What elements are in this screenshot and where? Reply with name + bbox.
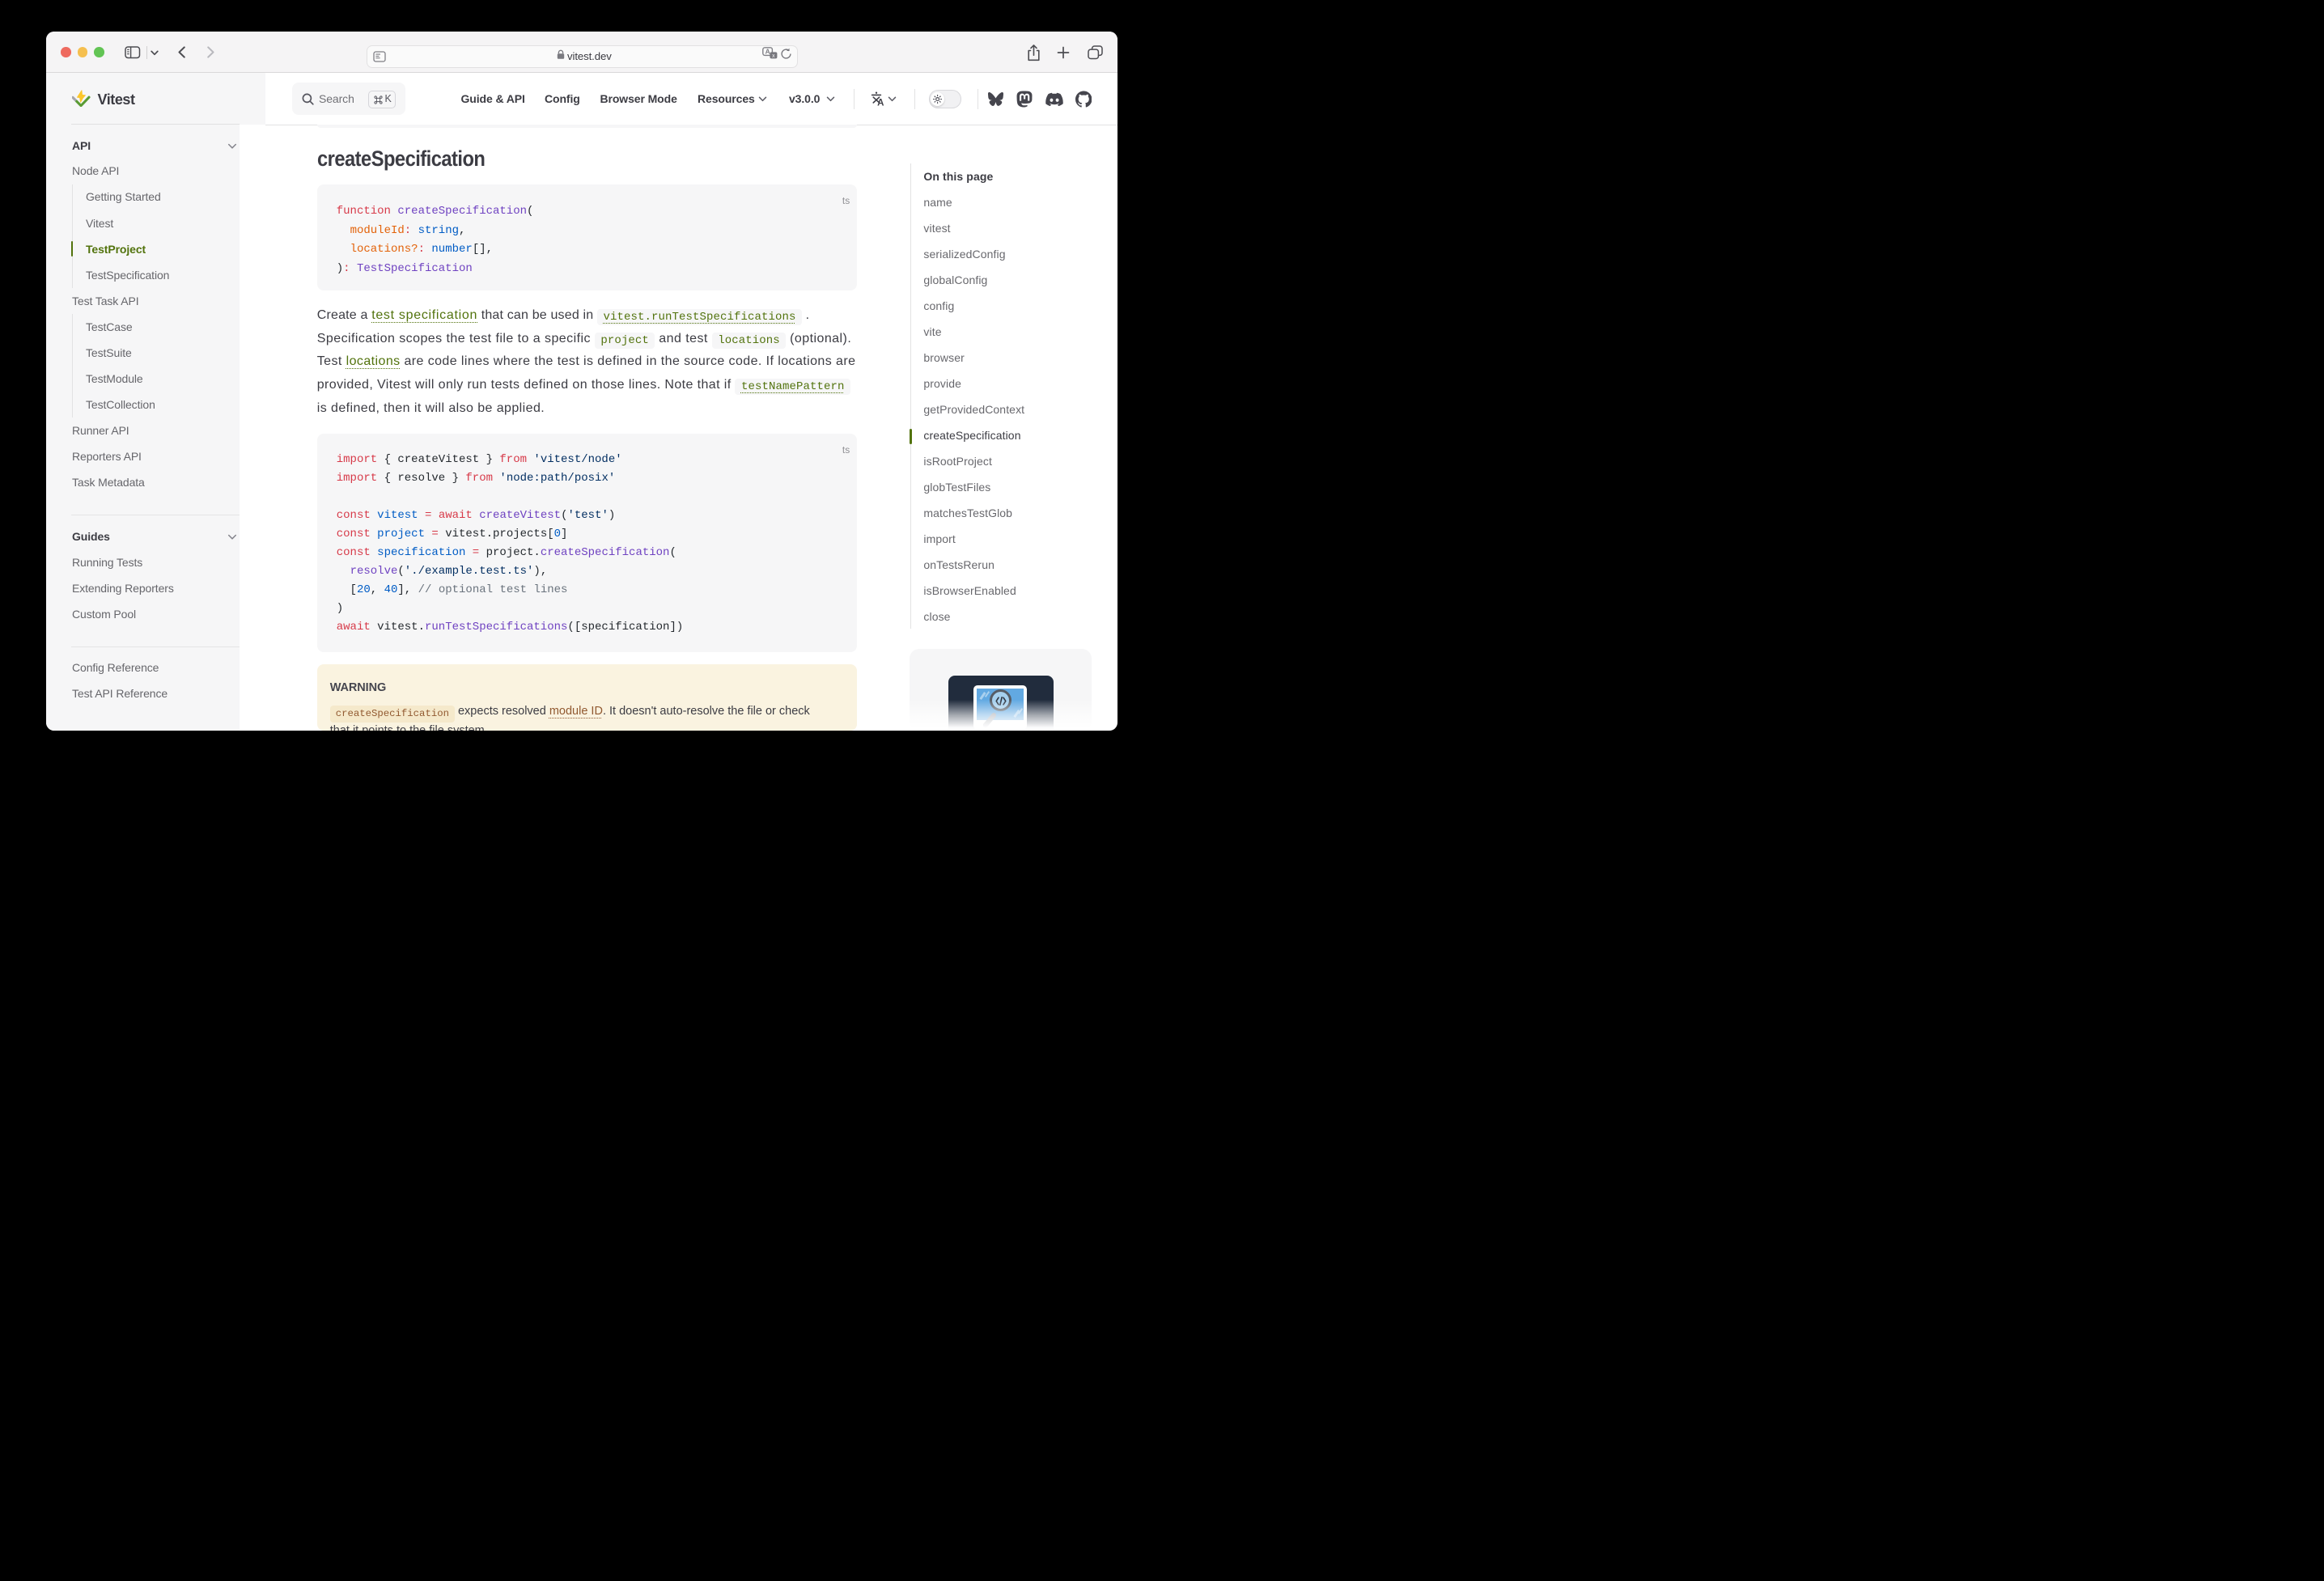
- svg-text:A: A: [877, 98, 884, 106]
- svg-text:x: x: [772, 53, 775, 58]
- svg-text:A: A: [765, 47, 770, 55]
